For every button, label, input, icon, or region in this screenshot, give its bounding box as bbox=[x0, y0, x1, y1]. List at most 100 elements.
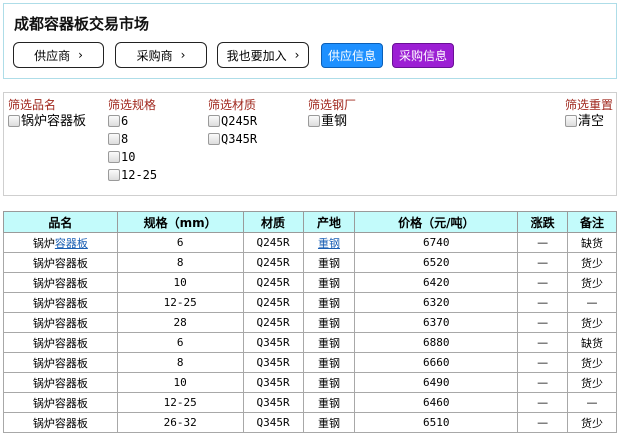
origin-cell: 重钢 bbox=[302, 332, 356, 353]
change-cell: — bbox=[517, 332, 569, 353]
filter-spec-group: 筛选规格 6 8 10 12-25 bbox=[108, 98, 157, 184]
supplier-button-label: 供应商 bbox=[34, 48, 71, 63]
column-header-origin: 产地 bbox=[302, 211, 356, 233]
table-row: 锅炉容器板 12-25 Q345R 重钢 6460 — — bbox=[3, 392, 617, 413]
purchaser-button[interactable]: 采购商 › bbox=[115, 42, 207, 68]
filter-reset-group: 筛选重置 清空 bbox=[565, 98, 613, 130]
change-cell: — bbox=[517, 392, 569, 413]
product-name-cell: 锅炉容器板 bbox=[3, 392, 118, 413]
product-name-cell: 锅炉容器板 bbox=[3, 252, 118, 273]
table-row: 锅炉容器板 10 Q345R 重钢 6490 — 货少 bbox=[3, 372, 617, 393]
option-label: 重钢 bbox=[321, 113, 348, 129]
checkbox[interactable] bbox=[8, 115, 20, 127]
checkbox[interactable] bbox=[308, 115, 320, 127]
table-row: 锅炉容器板 28 Q245R 重钢 6370 — 货少 bbox=[3, 312, 617, 333]
spec-cell: 28 bbox=[116, 312, 244, 333]
supplier-button[interactable]: 供应商 › bbox=[13, 42, 104, 68]
product-name-part: 容器板 bbox=[54, 316, 88, 330]
option-label: 10 bbox=[121, 149, 136, 164]
material-cell: Q245R bbox=[242, 292, 304, 313]
filter-mill-option[interactable]: 重钢 bbox=[308, 112, 356, 130]
page-title: 成都容器板交易市场 bbox=[14, 15, 150, 33]
product-name-part: 锅炉 bbox=[32, 336, 55, 350]
material-cell: Q345R bbox=[242, 352, 304, 373]
price-cell: 6370 bbox=[354, 312, 519, 333]
product-name-part: 容器板 bbox=[54, 396, 88, 410]
filter-spec-option[interactable]: 10 bbox=[108, 148, 157, 166]
product-name-cell: 锅炉容器板 bbox=[3, 232, 118, 253]
note-cell: — bbox=[567, 292, 617, 313]
product-name-part: 锅炉 bbox=[32, 316, 55, 330]
column-header-price: 价格（元/吨） bbox=[354, 211, 519, 233]
product-name-cell: 锅炉容器板 bbox=[3, 312, 118, 333]
filter-reset-option[interactable]: 清空 bbox=[565, 112, 613, 130]
chevron-right-icon: › bbox=[78, 48, 83, 62]
filter-name-option[interactable]: 锅炉容器板 bbox=[8, 112, 86, 130]
origin-cell: 重钢 bbox=[302, 252, 356, 273]
material-cell: Q345R bbox=[242, 412, 304, 433]
option-label: 锅炉容器板 bbox=[21, 113, 87, 129]
product-name-cell: 锅炉容器板 bbox=[3, 272, 118, 293]
join-button[interactable]: 我也要加入 › bbox=[217, 42, 309, 68]
note-cell: 缺货 bbox=[567, 232, 617, 253]
checkbox[interactable] bbox=[108, 151, 120, 163]
table-row: 锅炉容器板 8 Q345R 重钢 6660 — 货少 bbox=[3, 352, 617, 373]
note-cell: 货少 bbox=[567, 312, 617, 333]
origin-cell: 重钢 bbox=[302, 232, 356, 253]
spec-cell: 12-25 bbox=[116, 292, 244, 313]
product-name-part: 容器板 bbox=[54, 296, 88, 310]
filter-name-group: 筛选品名 锅炉容器板 bbox=[8, 98, 86, 130]
price-cell: 6320 bbox=[354, 292, 519, 313]
price-cell: 6490 bbox=[354, 372, 519, 393]
filter-spec-option[interactable]: 12-25 bbox=[108, 166, 157, 184]
product-name-part: 锅炉 bbox=[32, 416, 55, 430]
product-name-part: 容器板 bbox=[54, 416, 88, 430]
origin-cell: 重钢 bbox=[302, 272, 356, 293]
product-name-part: 锅炉 bbox=[32, 296, 55, 310]
price-cell: 6460 bbox=[354, 392, 519, 413]
spec-cell: 8 bbox=[116, 352, 244, 373]
price-cell: 6420 bbox=[354, 272, 519, 293]
product-name-part: 锅炉 bbox=[32, 396, 55, 410]
note-cell: 货少 bbox=[567, 352, 617, 373]
filter-name-label: 筛选品名 bbox=[8, 98, 57, 112]
checkbox[interactable] bbox=[565, 115, 577, 127]
filter-material-label: 筛选材质 bbox=[208, 98, 257, 112]
option-label: Q345R bbox=[221, 131, 258, 146]
checkbox[interactable] bbox=[108, 115, 120, 127]
market-header-panel: 成都容器板交易市场 供应商 › 采购商 › 我也要加入 › 供应信息 采购信息 bbox=[3, 3, 617, 79]
product-name-cell: 锅炉容器板 bbox=[3, 372, 118, 393]
material-cell: Q345R bbox=[242, 392, 304, 413]
spec-cell: 8 bbox=[116, 252, 244, 273]
purchase-info-button[interactable]: 采购信息 bbox=[392, 43, 454, 68]
product-name-part: 锅炉 bbox=[32, 376, 55, 390]
change-cell: — bbox=[517, 232, 569, 253]
product-name-part: 锅炉 bbox=[32, 276, 55, 290]
origin-link[interactable]: 重钢 bbox=[318, 237, 340, 250]
filter-material-option[interactable]: Q245R bbox=[208, 112, 257, 130]
checkbox[interactable] bbox=[108, 133, 120, 145]
price-cell: 6520 bbox=[354, 252, 519, 273]
filter-material-group: 筛选材质 Q245R Q345R bbox=[208, 98, 257, 148]
table-row: 锅炉容器板 26-32 Q345R 重钢 6510 — 货少 bbox=[3, 412, 617, 433]
filter-spec-option[interactable]: 6 bbox=[108, 112, 157, 130]
checkbox[interactable] bbox=[208, 115, 220, 127]
checkbox[interactable] bbox=[108, 169, 120, 181]
column-header-material: 材质 bbox=[242, 211, 304, 233]
spec-cell: 26-32 bbox=[116, 412, 244, 433]
product-name-link[interactable]: 容器板 bbox=[55, 237, 88, 250]
filter-spec-option[interactable]: 8 bbox=[108, 130, 157, 148]
chevron-right-icon: › bbox=[180, 48, 186, 62]
product-name-cell: 锅炉容器板 bbox=[3, 332, 118, 353]
supply-info-button[interactable]: 供应信息 bbox=[321, 43, 383, 68]
change-cell: — bbox=[517, 372, 569, 393]
column-header-name: 品名 bbox=[3, 211, 118, 233]
product-name-part: 锅炉 bbox=[32, 256, 55, 270]
spec-cell: 10 bbox=[116, 272, 244, 293]
filter-material-option[interactable]: Q345R bbox=[208, 130, 257, 148]
table-row: 锅炉容器板 6 Q245R 重钢 6740 — 缺货 bbox=[3, 232, 617, 253]
origin-cell: 重钢 bbox=[302, 352, 356, 373]
product-name-cell: 锅炉容器板 bbox=[3, 352, 118, 373]
checkbox[interactable] bbox=[208, 133, 220, 145]
column-header-note: 备注 bbox=[567, 211, 617, 233]
